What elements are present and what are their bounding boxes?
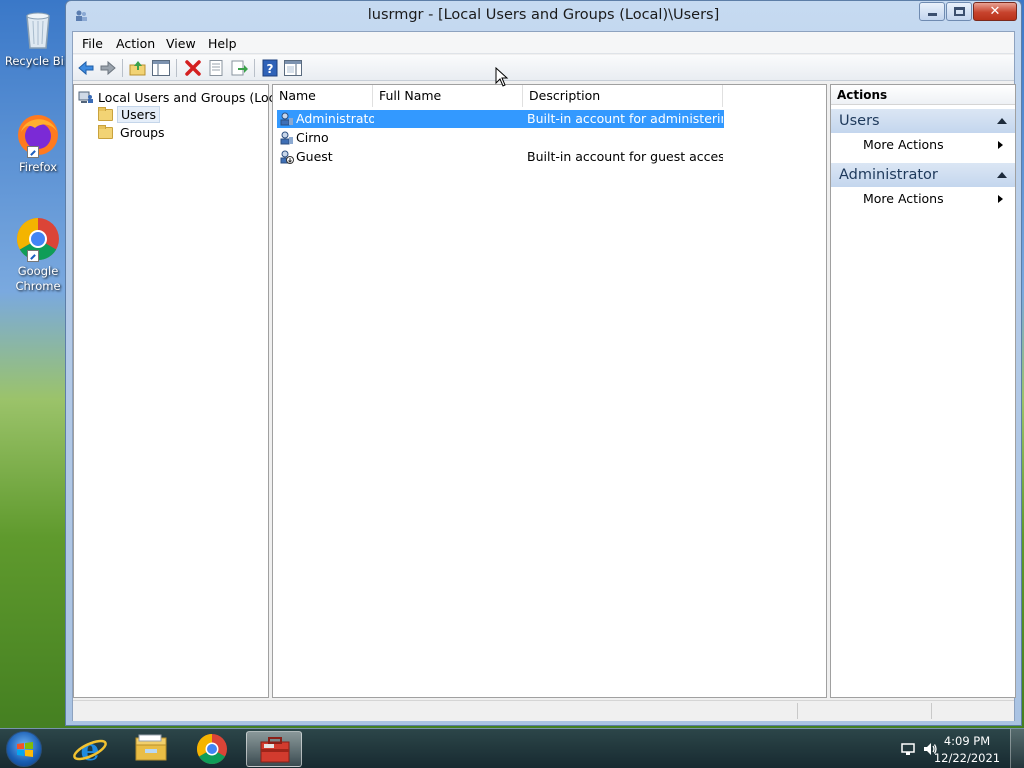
delete-icon[interactable] bbox=[183, 58, 203, 78]
menu-action[interactable]: Action bbox=[116, 36, 155, 51]
column-header-full-name[interactable]: Full Name bbox=[373, 85, 523, 107]
properties-icon[interactable] bbox=[206, 58, 226, 78]
chrome-icon bbox=[15, 216, 61, 262]
more-actions-administrator[interactable]: More Actions bbox=[863, 190, 1007, 208]
cell-description: Built-in account for administering... bbox=[527, 111, 723, 126]
cell-name: Administrator bbox=[296, 111, 374, 126]
firefox-icon bbox=[15, 112, 61, 158]
cell-description: Built-in account for guest access t... bbox=[527, 149, 723, 164]
chrome-icon bbox=[196, 734, 227, 765]
show-hide-tree-icon[interactable] bbox=[151, 58, 171, 78]
maximize-button[interactable] bbox=[946, 2, 972, 21]
collapse-up-icon[interactable] bbox=[997, 118, 1007, 124]
shortcut-arrow-icon bbox=[27, 250, 39, 262]
menu-bar: File Action View Help bbox=[73, 32, 1014, 54]
taskbar-file-explorer[interactable] bbox=[123, 731, 179, 767]
recycle-bin-icon bbox=[15, 6, 61, 52]
client-area: File Action View Help ? Local Users and … bbox=[72, 31, 1016, 721]
actions-section-administrator[interactable]: Administrator bbox=[831, 163, 1015, 187]
taskbar-internet-explorer[interactable]: e bbox=[62, 731, 118, 768]
svg-text:?: ? bbox=[267, 62, 274, 76]
section-title: Users bbox=[839, 113, 880, 129]
disabled-user-icon bbox=[280, 150, 294, 164]
taskbar-chrome[interactable] bbox=[184, 731, 240, 767]
tree-root-label: Local Users and Groups (Local) bbox=[98, 90, 292, 105]
column-header-name[interactable]: Name bbox=[273, 85, 373, 107]
network-icon[interactable] bbox=[900, 741, 916, 757]
console-tree: Local Users and Groups (Local) Users Gro… bbox=[73, 84, 292, 698]
internet-explorer-icon: e bbox=[73, 733, 107, 768]
shortcut-arrow-icon bbox=[27, 146, 39, 158]
show-desktop-button[interactable] bbox=[1010, 729, 1024, 768]
submenu-arrow-icon bbox=[998, 141, 1003, 149]
actions-section-users[interactable]: Users bbox=[831, 109, 1015, 133]
computer-users-icon bbox=[78, 91, 93, 103]
table-row[interactable]: Administrator Built-in account for admin… bbox=[277, 110, 724, 128]
submenu-arrow-icon bbox=[998, 195, 1003, 203]
start-button[interactable] bbox=[6, 731, 42, 767]
lusrmgr-window: lusrmgr - [Local Users and Groups (Local… bbox=[65, 0, 1022, 726]
status-cell bbox=[797, 703, 931, 719]
forward-arrow-icon[interactable] bbox=[98, 58, 118, 78]
menu-help[interactable]: Help bbox=[208, 36, 237, 51]
taskbar: e 4:09 PM 12/22/2021 bbox=[0, 728, 1024, 768]
table-row[interactable]: Guest Built-in account for guest access … bbox=[277, 148, 724, 166]
export-list-icon[interactable] bbox=[229, 58, 249, 78]
close-icon: ✕ bbox=[989, 4, 1001, 19]
title-bar[interactable]: lusrmgr - [Local Users and Groups (Local… bbox=[66, 1, 1021, 31]
clock-time[interactable]: 4:09 PM bbox=[932, 734, 1002, 748]
actions-pane: Actions Users More Actions Administrator… bbox=[830, 84, 1016, 698]
maximize-icon bbox=[954, 7, 965, 16]
users-list-view: Name Full Name Description Administrator… bbox=[272, 84, 827, 698]
action-label: More Actions bbox=[863, 137, 944, 152]
up-folder-icon[interactable] bbox=[128, 58, 148, 78]
window-title: lusrmgr - [Local Users and Groups (Local… bbox=[367, 7, 720, 23]
folder-icon bbox=[98, 125, 113, 139]
minimize-icon bbox=[928, 13, 937, 16]
svg-text:e: e bbox=[80, 733, 99, 767]
file-explorer-icon bbox=[135, 734, 167, 761]
desktop-icon-label: Firefox bbox=[18, 160, 58, 174]
minimize-button[interactable] bbox=[919, 2, 945, 21]
desktop-icon-label: Google Chrome bbox=[15, 264, 61, 293]
tree-item-label: Groups bbox=[120, 125, 165, 140]
taskbar-computer-management[interactable] bbox=[246, 731, 302, 767]
menu-view[interactable]: View bbox=[166, 36, 196, 51]
collapse-up-icon[interactable] bbox=[997, 172, 1007, 178]
menu-file[interactable]: File bbox=[82, 36, 103, 51]
folder-icon bbox=[98, 107, 113, 121]
status-bar bbox=[73, 700, 1014, 721]
user-icon bbox=[280, 112, 293, 126]
action-label: More Actions bbox=[863, 191, 944, 206]
windows-logo-icon bbox=[17, 742, 33, 757]
user-icon bbox=[280, 131, 293, 145]
clock-date[interactable]: 12/22/2021 bbox=[932, 751, 1002, 765]
table-row[interactable]: Cirno bbox=[277, 129, 724, 147]
desktop-icon-firefox[interactable]: Firefox bbox=[2, 112, 74, 175]
back-arrow-icon[interactable] bbox=[76, 58, 96, 78]
status-cell bbox=[931, 703, 1015, 719]
desktop-icon-recycle-bin[interactable]: Recycle Bin bbox=[2, 6, 74, 69]
show-hide-action-pane-icon[interactable] bbox=[283, 58, 303, 78]
cell-name: Guest bbox=[296, 149, 333, 164]
actions-header: Actions bbox=[831, 85, 1015, 105]
more-actions-users[interactable]: More Actions bbox=[863, 136, 1007, 154]
cell-name: Cirno bbox=[296, 130, 329, 145]
section-title: Administrator bbox=[839, 167, 938, 183]
desktop-icon-chrome[interactable]: Google Chrome bbox=[2, 216, 74, 294]
computer-management-icon bbox=[260, 737, 290, 763]
column-header-description[interactable]: Description bbox=[523, 85, 723, 107]
mouse-cursor-icon bbox=[495, 67, 509, 87]
tree-item-label: Users bbox=[117, 106, 161, 123]
desktop-icon-label: Recycle Bin bbox=[4, 54, 72, 68]
toolbar: ? bbox=[73, 55, 1014, 81]
help-icon[interactable]: ? bbox=[260, 58, 280, 78]
close-button[interactable]: ✕ bbox=[973, 2, 1017, 21]
